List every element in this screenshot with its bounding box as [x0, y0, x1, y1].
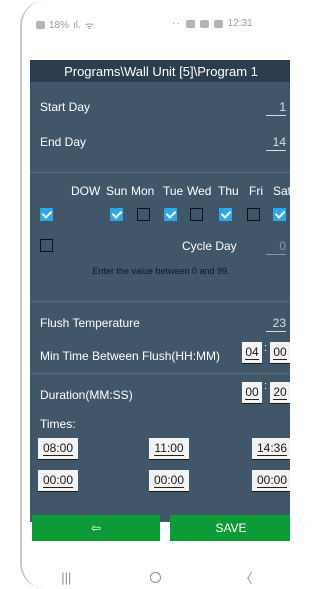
time-slot-4[interactable]: 00:00: [38, 470, 78, 492]
checkbox-tue[interactable]: [164, 208, 177, 221]
colon: :: [264, 380, 268, 392]
message-icon: [185, 19, 195, 28]
duration-seconds-input[interactable]: 20: [270, 382, 290, 404]
min-time-hours-value: 04: [245, 344, 259, 360]
time-slot-3[interactable]: 14:36: [252, 438, 290, 460]
flush-temperature-label: Flush Temperature: [40, 316, 140, 330]
status-left: 18% ıl. ᯤ: [36, 18, 94, 32]
checkbox-sat[interactable]: [273, 208, 286, 221]
start-day-label: Start Day: [40, 100, 91, 114]
dow-checkbox[interactable]: [40, 208, 53, 221]
duration-seconds-value: 20: [273, 384, 287, 400]
day-label-wed: Wed: [187, 184, 212, 198]
clock: 12:31: [227, 18, 253, 29]
save-button[interactable]: SAVE: [170, 515, 290, 541]
end-day-label: End Day: [40, 135, 87, 149]
checkbox-mon[interactable]: [137, 208, 150, 221]
save-button-label: SAVE: [215, 521, 247, 535]
time-slot-1[interactable]: 08:00: [38, 438, 78, 460]
battery-icon: [36, 21, 45, 29]
divider: [30, 373, 290, 374]
day-label-sat: Sat: [273, 184, 290, 198]
time-slot-value: 11:00: [154, 440, 184, 456]
home-icon[interactable]: [150, 572, 162, 583]
colon: :: [264, 342, 268, 354]
cycle-day-checkbox[interactable]: [40, 239, 53, 252]
time-slot-value: 00:00: [256, 472, 288, 488]
signal-icon: ıl.: [73, 19, 81, 31]
cycle-day-input[interactable]: 0: [266, 239, 286, 255]
min-time-label: Min Time Between Flush(HH:MM): [40, 349, 221, 363]
checkbox-fri[interactable]: [247, 208, 260, 221]
android-nav-bar: ||| 〈: [22, 566, 290, 589]
day-label-mon: Mon: [131, 184, 155, 198]
gallery-icon: [199, 19, 209, 28]
flush-temperature-input[interactable]: 23: [266, 316, 286, 332]
end-day-input[interactable]: 14: [266, 135, 286, 151]
day-label-tue: Tue: [163, 184, 184, 198]
wifi-icon: ᯤ: [84, 21, 94, 32]
duration-label: Duration(MM:SS): [40, 388, 133, 402]
program-panel: Programs\Wall Unit [5]\Program 1 Start D…: [30, 60, 290, 522]
status-bar: 18% ıl. ᯤ ·· 12:31: [22, 0, 290, 46]
checkbox-sun[interactable]: [110, 208, 123, 221]
dow-header: DOW Sun Mon Tue Wed Thu Fri Sat: [30, 184, 290, 200]
hint-text: Enter the value between 0 and 99.: [92, 266, 230, 276]
time-slot-5[interactable]: 00:00: [149, 470, 189, 492]
time-slot-value: 14:36: [256, 440, 288, 456]
min-time-hours-input[interactable]: 04: [242, 342, 262, 364]
start-day-input[interactable]: 1: [266, 100, 286, 116]
cycle-day-label: Cycle Day: [182, 239, 237, 253]
time-slot-6[interactable]: 00:00: [252, 470, 290, 492]
mail-icon: [213, 19, 223, 28]
checkbox-wed[interactable]: [190, 208, 203, 221]
divider: [30, 172, 290, 173]
day-label-sun: Sun: [106, 184, 128, 198]
min-time-minutes-value: 00: [273, 344, 287, 360]
back-button[interactable]: ⇦: [32, 515, 160, 541]
min-time-minutes-input[interactable]: 00: [270, 342, 290, 364]
back-nav-icon[interactable]: 〈: [240, 568, 253, 587]
day-label-fri: Fri: [249, 184, 263, 198]
time-slot-value: 08:00: [42, 440, 74, 456]
back-arrow-icon: ⇦: [90, 521, 102, 535]
phone-frame: 18% ıl. ᯤ ·· 12:31 Programs\Wall Unit [5…: [20, 0, 290, 589]
battery-level: 18%: [49, 19, 70, 31]
time-slot-value: 00:00: [153, 472, 185, 488]
duration-minutes-value: 00: [245, 384, 259, 400]
status-right: ·· 12:31: [172, 18, 253, 29]
times-label: Times:: [40, 417, 76, 431]
recents-icon[interactable]: |||: [61, 570, 71, 585]
time-slot-2[interactable]: 11:00: [149, 438, 189, 460]
more-dots: ··: [172, 18, 181, 29]
checkbox-thu[interactable]: [219, 208, 232, 221]
divider: [30, 301, 290, 302]
page-title: Programs\Wall Unit [5]\Program 1: [30, 60, 290, 82]
time-slot-value: 00:00: [42, 472, 74, 488]
dow-label: DOW: [71, 184, 101, 198]
duration-minutes-input[interactable]: 00: [242, 382, 262, 404]
day-label-thu: Thu: [218, 184, 239, 198]
